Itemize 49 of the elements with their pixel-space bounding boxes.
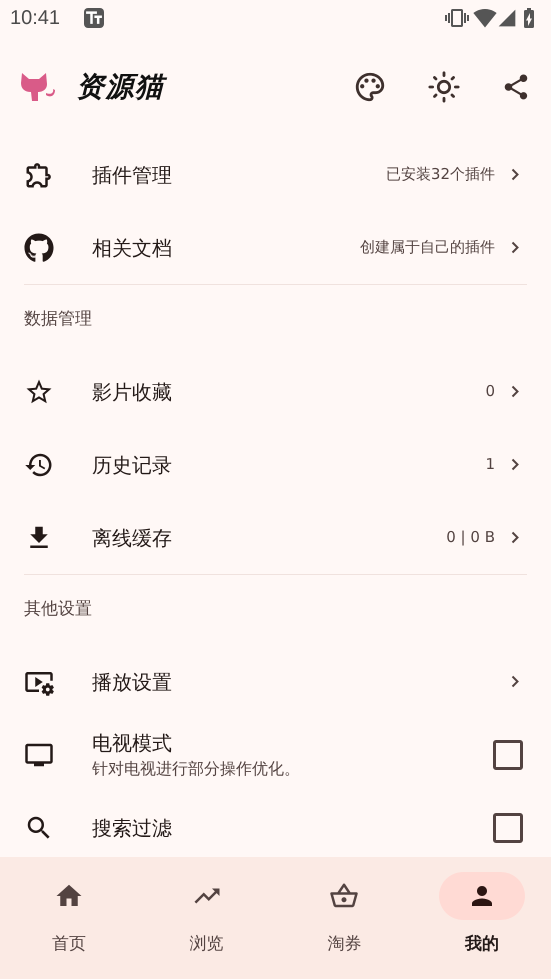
sun-icon[interactable] bbox=[427, 70, 461, 104]
wifi-icon bbox=[473, 6, 497, 30]
item-value: 0 | 0 B bbox=[446, 527, 495, 548]
settings-item[interactable]: 搜索过滤 bbox=[0, 791, 551, 857]
nav-tab[interactable]: 淘券 bbox=[276, 872, 414, 979]
checkbox[interactable] bbox=[493, 812, 523, 842]
item-subtitle: 针对电视进行部分操作优化。 bbox=[92, 758, 301, 780]
item-title: 搜索过滤 bbox=[92, 814, 173, 842]
signal-icon bbox=[497, 8, 517, 28]
settings-item[interactable]: 离线缓存 0 | 0 B bbox=[0, 501, 551, 574]
status-time: 10:41 bbox=[10, 6, 60, 31]
section-header: 其他设置 bbox=[24, 598, 92, 622]
chevron-icon bbox=[511, 385, 519, 398]
chevron-icon bbox=[511, 241, 519, 254]
cat-logo-icon bbox=[24, 232, 54, 262]
chevron-icon bbox=[511, 168, 519, 181]
nav-label: 淘券 bbox=[327, 933, 362, 956]
chevron-icon bbox=[511, 675, 519, 688]
cat-logo-icon bbox=[20, 71, 56, 103]
item-value: 创建属于自己的插件 bbox=[360, 237, 495, 258]
item-value: 1 bbox=[485, 454, 495, 476]
settings-item[interactable]: 播放设置 bbox=[0, 645, 551, 718]
settings-item[interactable]: 影片收藏 0 bbox=[0, 355, 551, 428]
nav-tab[interactable]: 我的 bbox=[413, 872, 551, 979]
nav-tab[interactable]: 浏览 bbox=[138, 872, 276, 979]
vibrate-icon bbox=[445, 6, 469, 30]
nav-label: 首页 bbox=[52, 933, 86, 956]
item-title: 电视模式 bbox=[92, 730, 173, 756]
chevron-icon bbox=[511, 531, 519, 544]
item-title: 播放设置 bbox=[92, 668, 173, 696]
section-header: 数据管理 bbox=[24, 308, 92, 332]
settings-item[interactable]: 相关文档 创建属于自己的插件 bbox=[0, 211, 551, 284]
nav-label: 浏览 bbox=[190, 933, 224, 956]
item-title: 相关文档 bbox=[92, 234, 173, 262]
nav-label: 我的 bbox=[465, 933, 500, 956]
settings-item[interactable]: 电视模式 针对电视进行部分操作优化。 bbox=[0, 718, 551, 791]
palette-icon[interactable] bbox=[353, 70, 387, 104]
item-value: 0 bbox=[485, 381, 495, 402]
settings-item[interactable]: 历史记录 1 bbox=[0, 428, 551, 501]
chevron-icon bbox=[511, 458, 519, 471]
item-value: 已安装32个插件 bbox=[386, 164, 495, 186]
item-title: 插件管理 bbox=[92, 162, 173, 188]
settings-item[interactable]: 插件管理 已安装32个插件 bbox=[0, 138, 551, 211]
notification-icon bbox=[84, 8, 104, 28]
item-title: 历史记录 bbox=[92, 452, 173, 478]
nav-tab[interactable]: 首页 bbox=[0, 872, 138, 979]
item-title: 离线缓存 bbox=[92, 524, 173, 552]
checkbox[interactable] bbox=[493, 740, 523, 770]
item-title: 影片收藏 bbox=[92, 378, 173, 406]
